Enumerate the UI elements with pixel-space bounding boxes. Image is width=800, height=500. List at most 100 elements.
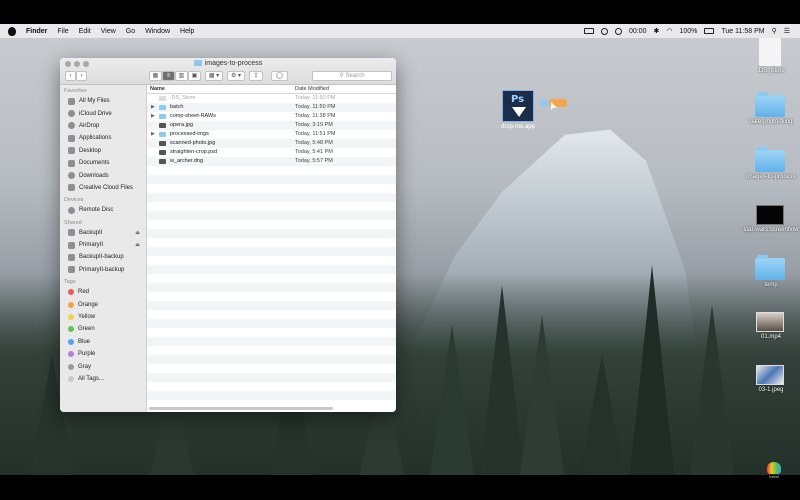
file-row[interactable]: w_archer.dng Today, 5:57 PM bbox=[147, 157, 396, 166]
timer-readout[interactable]: 00:00 bbox=[629, 28, 647, 35]
edit-tags-button[interactable]: ◯ bbox=[271, 71, 288, 81]
sidebar-tag-item[interactable]: Purple bbox=[60, 348, 146, 360]
down-arrow-icon bbox=[512, 107, 526, 117]
file-row[interactable]: ▶ processed-imgs Today, 11:51 PM bbox=[147, 130, 396, 139]
sidebar-item-label: Documents bbox=[79, 160, 110, 167]
file-row[interactable]: ▶ comp-sheet-RAWs Today, 11:38 PM bbox=[147, 112, 396, 121]
apple-menu-icon[interactable] bbox=[8, 26, 16, 36]
forward-button[interactable]: › bbox=[76, 71, 87, 81]
menu-go[interactable]: Go bbox=[126, 28, 135, 35]
desktop-item[interactable]: .DS_Store bbox=[755, 38, 785, 75]
column-view-button[interactable]: ▥ bbox=[175, 71, 188, 81]
spotlight-icon[interactable]: ⚲ bbox=[772, 27, 777, 35]
desktop-item-label: temp bbox=[764, 282, 778, 288]
sidebar-item-all-my-files[interactable]: All My Files bbox=[60, 95, 146, 107]
desktop-item[interactable]: 03-1.jpeg bbox=[755, 365, 785, 394]
sidebar-tag-item[interactable]: Yellow bbox=[60, 311, 146, 323]
desktop-item[interactable]: star-wars.screenflow bbox=[743, 205, 799, 234]
column-header-date[interactable]: Date Modified bbox=[295, 86, 329, 92]
sidebar-item-airdrop[interactable]: AirDrop bbox=[60, 120, 146, 132]
share-button[interactable]: ⇪ bbox=[249, 71, 263, 81]
menu-help[interactable]: Help bbox=[180, 28, 194, 35]
sidebar-item-label: All My Files bbox=[79, 98, 110, 105]
sidebar-item-primaryii[interactable]: PrimaryII ⏏ bbox=[60, 239, 146, 251]
icon-view-button[interactable]: ▦ bbox=[149, 71, 162, 81]
sidebar-item-label: PrimaryII-backup bbox=[79, 266, 125, 273]
wifi-icon[interactable]: ◠ bbox=[666, 27, 672, 35]
tree-image bbox=[580, 355, 624, 475]
creative-cloud-icon[interactable] bbox=[600, 27, 608, 35]
sidebar-tag-item[interactable]: Orange bbox=[60, 298, 146, 310]
desktop-item[interactable]: date-photo-filing bbox=[749, 92, 793, 126]
file-row[interactable]: ▶ batch Today, 11:50 PM bbox=[147, 103, 396, 112]
desktop-item-label: 01.mp4 bbox=[760, 334, 781, 340]
column-header-name[interactable]: Name bbox=[150, 86, 165, 92]
file-row[interactable]: .DS_Store Today, 11:50 PM bbox=[147, 94, 396, 103]
empty-row bbox=[147, 256, 396, 265]
sidebar-item-label: PrimaryII bbox=[79, 242, 103, 249]
action-gear-button[interactable]: ⚙ ▾ bbox=[227, 71, 245, 81]
arrange-button[interactable]: ▦ ▾ bbox=[205, 71, 223, 81]
cover-flow-button[interactable]: ▣ bbox=[188, 71, 201, 81]
menu-view[interactable]: View bbox=[101, 28, 116, 35]
sidebar-item-documents[interactable]: Documents bbox=[60, 157, 146, 169]
file-row[interactable]: straighten-crop.psd Today, 5:41 PM bbox=[147, 148, 396, 157]
sidebar-item-desktop[interactable]: Desktop bbox=[60, 145, 146, 157]
file-row[interactable]: opera.jpg Today, 3:19 PM bbox=[147, 121, 396, 130]
desktop-item[interactable]: temp bbox=[755, 255, 785, 289]
sidebar-tag-item[interactable]: Gray bbox=[60, 360, 146, 372]
eject-icon[interactable]: ⏏ bbox=[135, 230, 140, 236]
clock[interactable]: Tue 11:58 PM bbox=[721, 28, 764, 35]
battery-percent[interactable]: 100% bbox=[679, 28, 697, 35]
horizontal-scrollbar[interactable] bbox=[149, 407, 333, 410]
menu-edit[interactable]: Edit bbox=[79, 28, 91, 35]
menu-file[interactable]: File bbox=[57, 28, 68, 35]
disclosure-triangle-icon[interactable]: ▶ bbox=[151, 104, 155, 110]
window-title-text: images-to-process bbox=[204, 60, 263, 67]
bluetooth-icon[interactable]: ✱ bbox=[653, 27, 659, 35]
sidebar-tag-item[interactable]: Red bbox=[60, 286, 146, 298]
battery-icon[interactable] bbox=[704, 28, 715, 34]
folder-icon bbox=[755, 255, 785, 280]
empty-row bbox=[147, 382, 396, 391]
disclosure-triangle-icon[interactable]: ▶ bbox=[151, 113, 155, 119]
notification-center-icon[interactable]: ☰ bbox=[784, 27, 790, 35]
sidebar-tag-item[interactable]: Blue bbox=[60, 336, 146, 348]
sidebar-item-applications[interactable]: Applications bbox=[60, 132, 146, 144]
sidebar-item-downloads[interactable]: Downloads bbox=[60, 169, 146, 181]
sidebar-item-remote-disc[interactable]: Remote Disc bbox=[60, 204, 146, 216]
screen-record-icon[interactable] bbox=[583, 28, 594, 34]
image-icon bbox=[159, 159, 166, 164]
menu-window[interactable]: Window bbox=[145, 28, 170, 35]
sidebar-tag-item[interactable]: Green bbox=[60, 323, 146, 335]
server-icon bbox=[68, 253, 75, 261]
empty-row bbox=[147, 319, 396, 328]
desktop-icon bbox=[68, 147, 75, 155]
photoshop-droplet-icon: Ps bbox=[502, 90, 534, 122]
video-icon bbox=[756, 312, 784, 332]
menu-app-name[interactable]: Finder bbox=[26, 28, 47, 35]
search-input[interactable]: ⚲ Search bbox=[312, 71, 392, 81]
file-name: scanned-photo.jpg bbox=[170, 140, 216, 146]
file-rows: .DS_Store Today, 11:50 PM ▶ batch Today, 11:… bbox=[147, 94, 396, 400]
sidebar-tag-item[interactable]: All Tags... bbox=[60, 373, 146, 385]
droplet-app-icon[interactable]: Ps drop-me.app bbox=[500, 90, 536, 130]
sidebar-item-primaryii-backup[interactable]: PrimaryII-backup bbox=[60, 264, 146, 276]
desktop-item[interactable]: 01.mp4 bbox=[755, 312, 785, 341]
eject-icon[interactable]: ⏏ bbox=[135, 242, 140, 248]
file-name: w_archer.dng bbox=[170, 158, 204, 164]
list-view-button[interactable]: ≡ bbox=[162, 71, 175, 81]
image-icon bbox=[159, 141, 166, 146]
file-row[interactable]: scanned-photo.jpg Today, 5:48 PM bbox=[147, 139, 396, 148]
folder-icon bbox=[159, 114, 166, 119]
desktop-item[interactable]: images-to-process bbox=[746, 147, 796, 181]
back-button[interactable]: ‹ bbox=[65, 71, 76, 81]
disclosure-triangle-icon[interactable]: ▶ bbox=[151, 131, 155, 137]
sidebar-item-icloud-drive[interactable]: iCloud Drive bbox=[60, 107, 146, 119]
sidebar-item-backupii-backup[interactable]: BackupII-backup bbox=[60, 251, 146, 263]
timer-icon[interactable] bbox=[614, 27, 622, 35]
sidebar-item-backupii[interactable]: BackupII ⏏ bbox=[60, 227, 146, 239]
tree-image bbox=[520, 315, 564, 475]
sidebar-item-creative-cloud-files[interactable]: Creative Cloud Files bbox=[60, 182, 146, 194]
sidebar-tag-label: Yellow bbox=[78, 314, 96, 321]
